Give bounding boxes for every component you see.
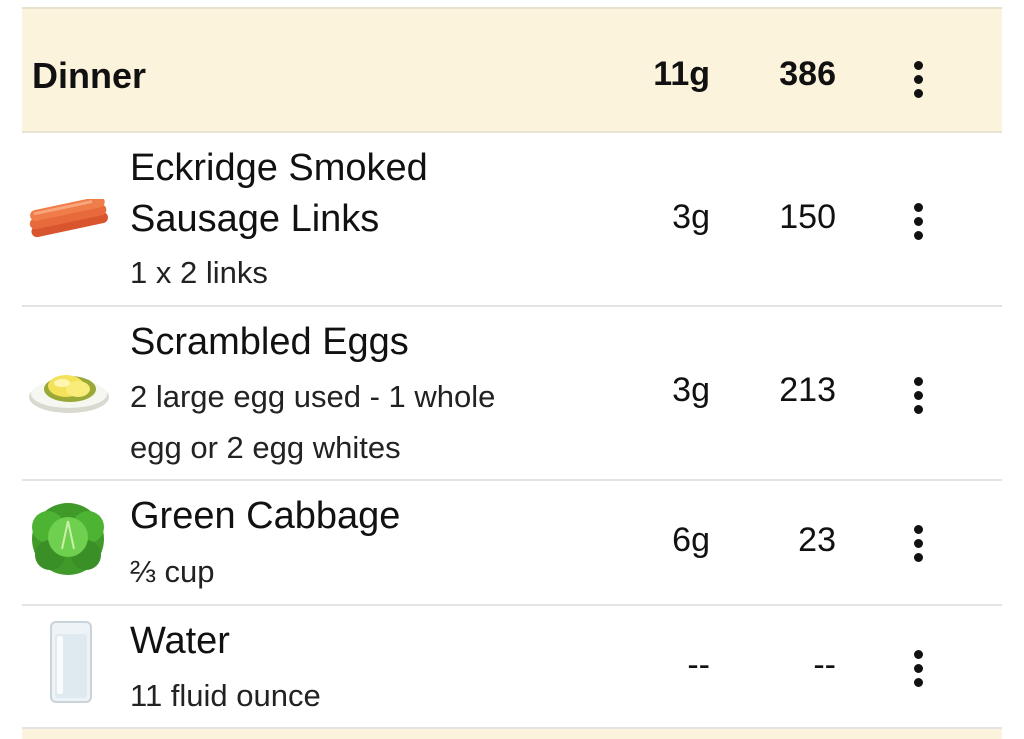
meal-more-options-icon[interactable] xyxy=(908,61,928,103)
food-row-sausage[interactable]: Eckridge Smoked Sausage Links 1 x 2 link… xyxy=(22,133,1002,307)
food-serving-line2: egg or 2 egg whites xyxy=(130,430,401,465)
food-row-water[interactable]: Water 11 fluid ounce -- -- xyxy=(22,606,1002,729)
sausage-icon xyxy=(26,196,114,248)
food-carbs: -- xyxy=(687,646,710,684)
food-carbs: 6g xyxy=(672,521,710,559)
food-row-green-cabbage[interactable]: Green Cabbage ⅔ cup 6g 23 xyxy=(22,481,1002,606)
meal-calories-total: 386 xyxy=(779,55,836,93)
meal-title: Dinner xyxy=(32,55,147,96)
food-name-line2: Sausage Links xyxy=(130,198,380,240)
more-options-icon[interactable] xyxy=(908,525,928,567)
food-serving: 11 fluid ounce xyxy=(130,678,321,713)
meal-header-dinner[interactable]: Dinner 11g 386 xyxy=(22,9,1002,133)
food-serving: 1 x 2 links xyxy=(130,255,268,290)
next-section-header xyxy=(22,729,1002,739)
food-carbs: 3g xyxy=(672,198,710,236)
meal-carbs-total: 11g xyxy=(653,55,710,93)
water-glass-icon xyxy=(48,620,94,709)
food-row-scrambled-eggs[interactable]: Scrambled Eggs 2 large egg used - 1 whol… xyxy=(22,307,1002,481)
food-name: Green Cabbage xyxy=(130,495,401,537)
food-calories: 23 xyxy=(798,521,836,559)
food-calories: 213 xyxy=(779,371,836,409)
food-serving-line1: 2 large egg used - 1 whole xyxy=(130,379,496,414)
cabbage-icon xyxy=(26,497,110,582)
food-serving: ⅔ cup xyxy=(130,554,215,589)
food-calories: 150 xyxy=(779,198,836,236)
scrambled-eggs-icon xyxy=(26,361,112,422)
more-options-icon[interactable] xyxy=(908,203,928,245)
food-calories: -- xyxy=(813,646,836,684)
more-options-icon[interactable] xyxy=(908,377,928,419)
food-name: Water xyxy=(130,620,230,662)
food-name: Scrambled Eggs xyxy=(130,321,409,363)
more-options-icon[interactable] xyxy=(908,650,928,692)
food-carbs: 3g xyxy=(672,371,710,409)
food-name-line1: Eckridge Smoked xyxy=(130,147,428,189)
